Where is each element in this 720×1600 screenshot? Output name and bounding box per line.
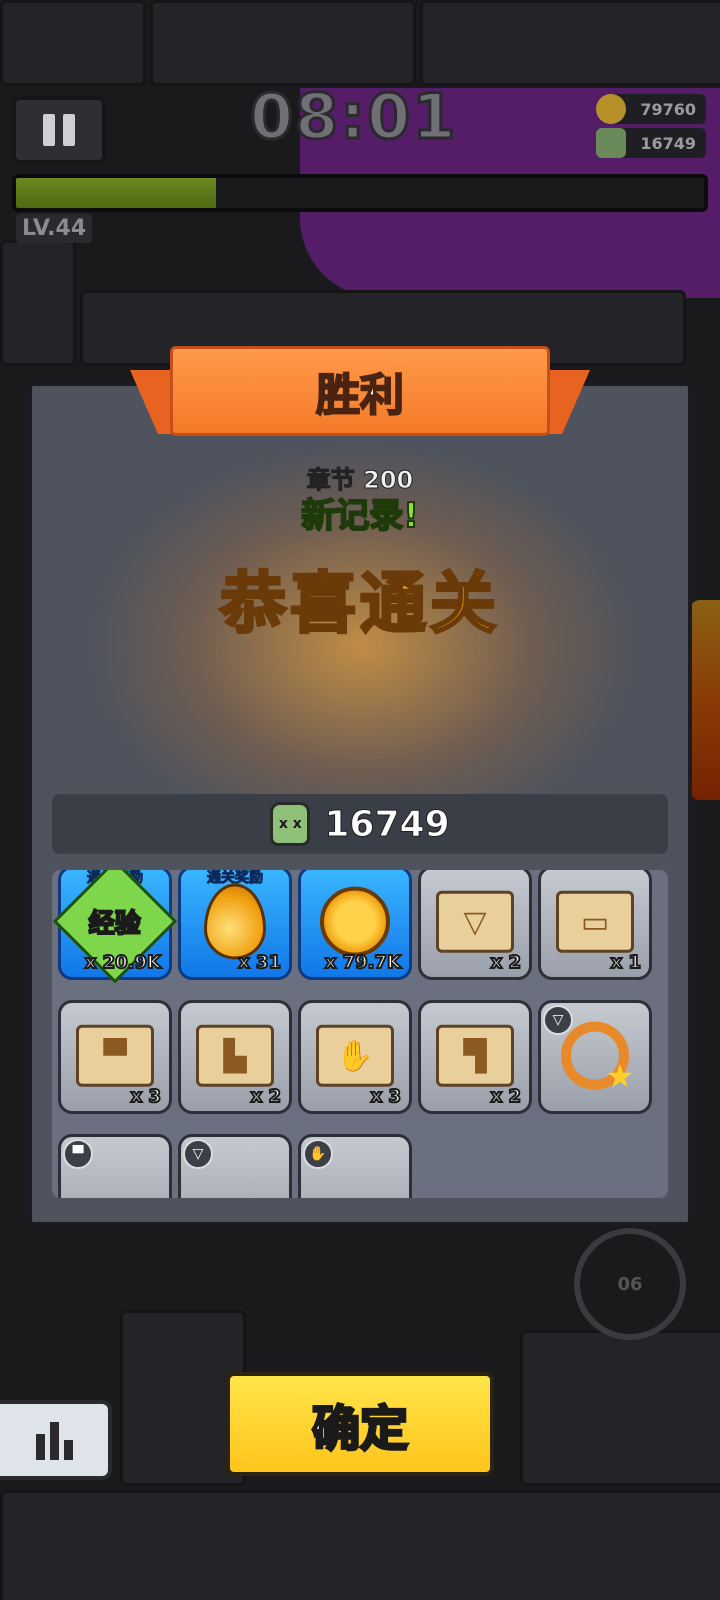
reward-item-boots-scroll[interactable]: ▙ x 2 [178,1000,292,1114]
kill-value: 16749 [640,133,696,153]
reward-item-star-ring[interactable]: ▽ [538,1000,652,1114]
gem-drop-icon [204,883,266,960]
player-level: LV.44 [16,214,93,243]
reward-item-gold[interactable]: x 79.7K [298,870,412,980]
reward-item-partial[interactable]: ▀ [58,1134,172,1198]
gold-coin-icon [596,94,626,124]
skill-cooldown: 06 [617,1273,643,1295]
belt-scroll-icon: ▭ [556,890,634,953]
bar-chart-icon [49,1422,59,1460]
gun-scroll-icon: ▜ [436,1024,514,1087]
reward-qty: x 2 [250,1085,282,1108]
glove-scroll-icon: ✋ [316,1024,394,1087]
game-timer: 08:01 [248,79,458,155]
reward-item-partial[interactable]: ▽ [178,1134,292,1198]
new-record-label: 新记录! [300,495,420,537]
pause-button[interactable] [12,96,106,164]
star-ring-icon [561,1021,629,1090]
reward-grid[interactable]: 通关奖励 经验 x 20.9K 通关奖励 x 31 x 79.7K ▽ x 2 … [52,870,668,1198]
gold-counter: 79760 [596,94,706,124]
necklace-slot-icon: ▽ [183,1139,213,1169]
confirm-label: 确定 [310,1400,409,1459]
reward-item-glove-scroll[interactable]: ✋ x 3 [298,1000,412,1114]
reward-item-partial[interactable]: ✋ [298,1134,412,1198]
bar-chart-icon [63,1440,73,1460]
boots-scroll-icon: ▙ [196,1024,274,1087]
congrats-text: 恭喜通关 [219,564,500,644]
reward-item-gun-scroll[interactable]: ▜ x 2 [418,1000,532,1114]
skull-icon [596,128,626,158]
exp-label: 经验 [88,908,142,940]
reward-item-exp[interactable]: 通关奖励 经验 x 20.9K [52,870,178,984]
kill-counter: 16749 [596,128,706,158]
glove-slot-icon: ✋ [303,1139,333,1169]
dialog-title: 胜利 [315,369,405,422]
reward-qty: x 2 [490,1085,522,1108]
confirm-button[interactable]: 确定 [226,1372,494,1476]
necklace-scroll-icon: ▽ [436,890,514,953]
reward-qty: x 3 [130,1085,162,1108]
bar-chart-icon [35,1434,45,1460]
reward-item-armor-scroll[interactable]: ▀ x 3 [58,1000,172,1114]
reward-qty: x 2 [490,951,522,974]
skill-button[interactable]: 06 [574,1228,686,1340]
banner-main: 胜利 [170,346,550,436]
title-banner: 胜利 [130,346,590,450]
reward-item-gem[interactable]: 通关奖励 x 31 [178,870,292,980]
reward-qty: x 1 [610,951,642,974]
reward-qty: x 20.9K [84,951,162,974]
reward-item-necklace-scroll[interactable]: ▽ x 2 [418,870,532,980]
reward-qty: x 31 [237,951,282,974]
xp-fill [16,178,216,208]
armor-slot-icon: ▀ [63,1139,93,1169]
reward-item-belt-scroll[interactable]: ▭ x 1 [538,870,652,980]
skull-icon: x x [270,802,311,846]
kill-summary: x x 16749 [52,794,668,854]
reward-qty: x 3 [370,1085,402,1108]
stats-button[interactable] [0,1400,112,1480]
reward-qty: x 79.7K [324,951,402,974]
gold-coin-icon [320,886,390,957]
armor-scroll-icon: ▀ [76,1024,154,1087]
kill-total: 16749 [324,803,450,845]
xp-bar [12,174,708,212]
gold-value: 79760 [640,99,696,119]
